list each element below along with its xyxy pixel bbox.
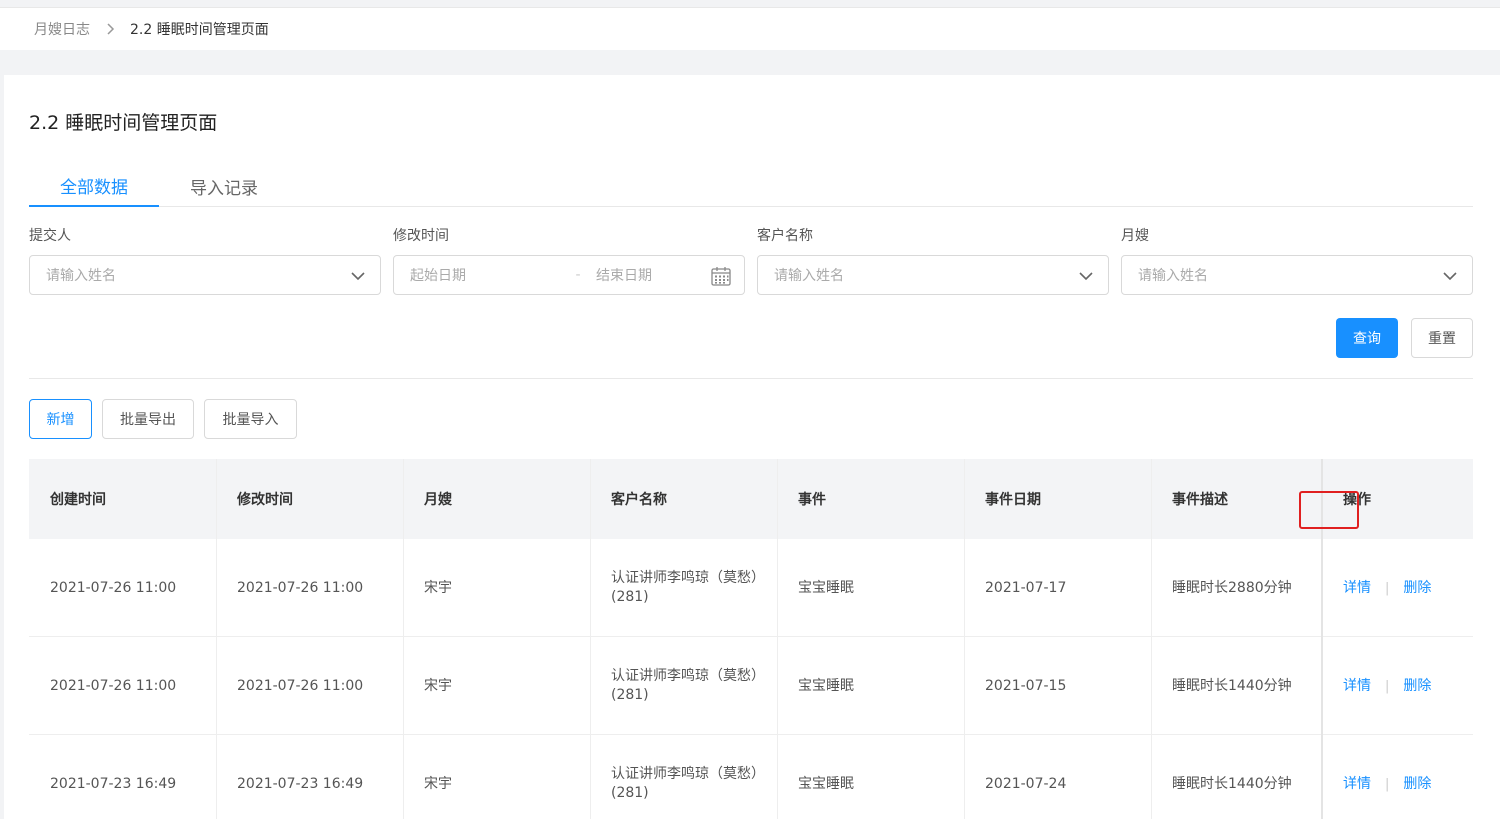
cell-nanny: 宋宇 xyxy=(424,677,452,694)
column-divider xyxy=(777,459,778,819)
submitter-select[interactable]: 请输入姓名 xyxy=(29,255,381,295)
column-divider xyxy=(216,459,217,819)
detail-link[interactable]: 详情 xyxy=(1343,677,1371,696)
cell-created: 2021-07-26 11:00 xyxy=(50,677,177,694)
customer-select[interactable]: 请输入姓名 xyxy=(757,255,1109,295)
header-nanny: 月嫂 xyxy=(424,492,452,508)
batch-export-button[interactable]: 批量导出 xyxy=(102,399,194,439)
table-row: 2021-07-23 16:49 2021-07-23 16:49 宋宇 认证讲… xyxy=(29,735,1473,819)
end-date-placeholder[interactable]: 结束日期 xyxy=(596,265,716,285)
divider xyxy=(29,378,1473,379)
delete-link[interactable]: 删除 xyxy=(1403,579,1431,598)
cell-description: 睡眠时长1440分钟 xyxy=(1172,677,1292,694)
table-row: 2021-07-26 11:00 2021-07-26 11:00 宋宇 认证讲… xyxy=(29,539,1473,637)
table-header: 创建时间 修改时间 月嫂 客户名称 事件 事件日期 事件描述 操作 xyxy=(29,459,1473,539)
header-customer: 客户名称 xyxy=(611,492,667,508)
cell-event: 宝宝睡眠 xyxy=(798,775,854,792)
detail-link[interactable]: 详情 xyxy=(1343,775,1371,794)
customer-placeholder: 请输入姓名 xyxy=(774,268,844,284)
breadcrumb: 月嫂日志 2.2 睡眠时间管理页面 xyxy=(0,7,1500,50)
header-event-description: 事件描述 xyxy=(1172,492,1228,508)
submitter-placeholder: 请输入姓名 xyxy=(46,268,116,284)
cell-event-date: 2021-07-17 xyxy=(985,579,1067,596)
breadcrumb-root[interactable]: 月嫂日志 xyxy=(34,19,90,39)
cell-customer: 认证讲师李鸣琼（莫愁）(281) xyxy=(611,570,758,605)
delete-link[interactable]: 删除 xyxy=(1403,677,1431,696)
header-event-date: 事件日期 xyxy=(985,492,1041,508)
tab-bar: 全部数据 导入记录 xyxy=(29,165,1473,207)
chevron-down-icon xyxy=(1079,272,1093,281)
modified-date-range-picker[interactable]: 起始日期 - 结束日期 xyxy=(393,255,745,295)
cell-customer: 认证讲师李鸣琼（莫愁）(281) xyxy=(611,668,758,703)
cell-modified: 2021-07-26 11:00 xyxy=(237,579,364,596)
submitter-label: 提交人 xyxy=(29,228,71,244)
header-modified-time: 修改时间 xyxy=(237,492,293,508)
cell-event-date: 2021-07-15 xyxy=(985,677,1067,694)
main-card: 2.2 睡眠时间管理页面 全部数据 导入记录 提交人 请输入姓名 修改时间 起始… xyxy=(4,75,1500,819)
nanny-select[interactable]: 请输入姓名 xyxy=(1121,255,1473,295)
action-separator: | xyxy=(1385,678,1390,694)
top-strip xyxy=(0,0,1500,7)
page-title: 2.2 睡眠时间管理页面 xyxy=(29,112,218,134)
query-button[interactable]: 查询 xyxy=(1336,318,1398,358)
modified-time-label: 修改时间 xyxy=(393,228,449,244)
cell-modified: 2021-07-23 16:49 xyxy=(237,775,364,792)
action-separator: | xyxy=(1385,776,1390,792)
column-divider xyxy=(964,459,965,819)
cell-nanny: 宋宇 xyxy=(424,579,452,596)
cell-nanny: 宋宇 xyxy=(424,775,452,792)
cell-modified: 2021-07-26 11:00 xyxy=(237,677,364,694)
header-event: 事件 xyxy=(798,492,826,508)
add-button[interactable]: 新增 xyxy=(29,399,92,439)
table-row: 2021-07-26 11:00 2021-07-26 11:00 宋宇 认证讲… xyxy=(29,637,1473,735)
detail-link[interactable]: 详情 xyxy=(1343,579,1371,598)
chevron-right-icon xyxy=(106,23,116,35)
header-created-time: 创建时间 xyxy=(50,492,106,508)
cell-actions: 详情 | 删除 xyxy=(1322,637,1431,735)
cell-created: 2021-07-26 11:00 xyxy=(50,579,177,596)
cell-event-date: 2021-07-24 xyxy=(985,775,1067,792)
cell-actions: 详情 | 删除 xyxy=(1322,539,1431,637)
tab-all-data[interactable]: 全部数据 xyxy=(29,165,159,207)
cell-customer: 认证讲师李鸣琼（莫愁）(281) xyxy=(611,766,758,801)
nanny-label: 月嫂 xyxy=(1121,228,1149,244)
nanny-placeholder: 请输入姓名 xyxy=(1138,268,1208,284)
cell-description: 睡眠时长2880分钟 xyxy=(1172,579,1292,596)
delete-link[interactable]: 删除 xyxy=(1403,775,1431,794)
start-date-placeholder[interactable]: 起始日期 xyxy=(410,265,560,285)
highlight-annotation-box xyxy=(1299,491,1359,529)
cell-actions: 详情 | 删除 xyxy=(1322,735,1431,819)
cell-created: 2021-07-23 16:49 xyxy=(50,775,177,792)
date-range-separator: - xyxy=(575,267,581,283)
action-separator: | xyxy=(1385,580,1390,596)
column-divider xyxy=(590,459,591,819)
cell-description: 睡眠时长1440分钟 xyxy=(1172,775,1292,792)
reset-button[interactable]: 重置 xyxy=(1411,318,1473,358)
tab-import-records[interactable]: 导入记录 xyxy=(159,165,289,207)
customer-label: 客户名称 xyxy=(757,228,813,244)
chevron-down-icon xyxy=(1443,272,1457,281)
breadcrumb-current: 2.2 睡眠时间管理页面 xyxy=(130,22,269,38)
calendar-icon xyxy=(711,267,731,286)
cell-event: 宝宝睡眠 xyxy=(798,677,854,694)
batch-import-button[interactable]: 批量导入 xyxy=(204,399,297,439)
chevron-down-icon xyxy=(351,272,365,281)
column-divider xyxy=(1151,459,1152,819)
column-divider xyxy=(403,459,404,819)
cell-event: 宝宝睡眠 xyxy=(798,579,854,596)
